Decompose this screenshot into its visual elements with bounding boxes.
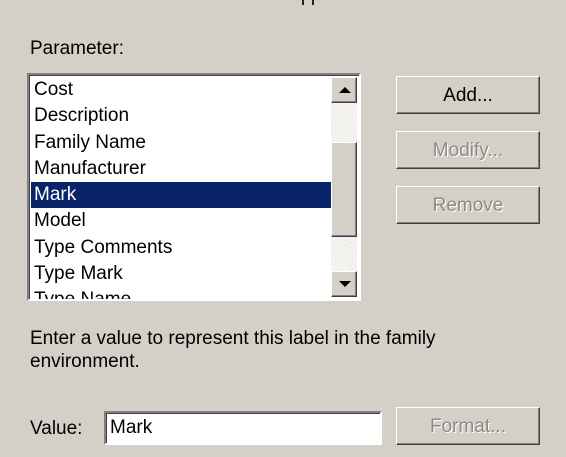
vertical-scrollbar[interactable]	[331, 77, 357, 297]
scroll-up-button[interactable]	[331, 77, 357, 103]
parameter-list-item[interactable]: Manufacturer	[31, 156, 357, 182]
parameter-list-item[interactable]: Description	[31, 103, 357, 129]
parameter-list-item[interactable]: Mark	[31, 182, 357, 209]
parameter-label: Parameter:	[30, 38, 124, 59]
scroll-up-arrow-icon	[339, 87, 351, 93]
value-label: Value:	[30, 418, 83, 439]
parameter-listbox[interactable]: Cost Description Family Name Manufacturer Ma…	[27, 73, 361, 301]
modify-button[interactable]: Modify...	[396, 131, 540, 169]
value-input[interactable]	[104, 411, 382, 445]
parameter-list-item[interactable]: Type Name	[31, 287, 357, 299]
parameter-list-item[interactable]: Cost	[31, 77, 357, 103]
parameter-list: Cost Description Family Name Manufacturer Ma…	[31, 77, 357, 299]
hint-text: Enter a value to represent this label in…	[30, 328, 436, 372]
scroll-down-arrow-icon	[339, 281, 351, 287]
add-button[interactable]: Add...	[396, 76, 540, 114]
scroll-down-button[interactable]	[331, 271, 357, 297]
clipped-title-fragment	[300, 0, 316, 6]
parameter-list-item[interactable]: Model	[31, 208, 357, 234]
remove-button[interactable]: Remove	[396, 186, 540, 224]
scrollbar-thumb[interactable]	[331, 142, 357, 237]
parameter-list-item[interactable]: Type Comments	[31, 235, 357, 261]
parameter-list-item[interactable]: Family Name	[31, 130, 357, 156]
parameter-list-item[interactable]: Type Mark	[31, 261, 357, 287]
format-button[interactable]: Format...	[396, 407, 540, 445]
